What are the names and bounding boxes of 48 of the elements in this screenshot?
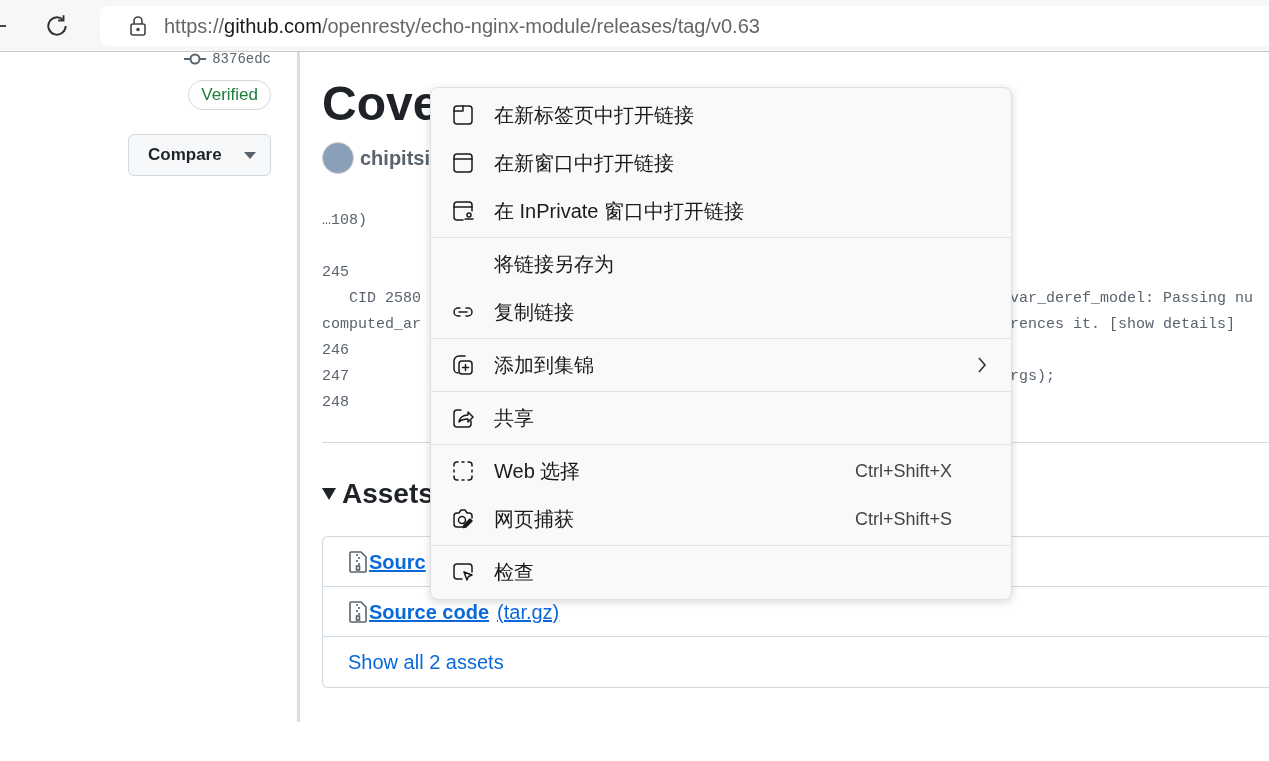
zip-file-icon bbox=[349, 600, 367, 623]
camera-pen-icon bbox=[451, 507, 475, 531]
commit-hash[interactable]: 8376edc bbox=[212, 48, 271, 70]
menu-item[interactable]: 将链接另存为 bbox=[431, 240, 1011, 288]
asset-link[interactable]: Sourc bbox=[369, 546, 426, 577]
share-icon bbox=[451, 406, 475, 430]
menu-item[interactable]: 在新窗口中打开链接 bbox=[431, 139, 1011, 187]
zip-file-icon bbox=[349, 550, 367, 573]
url-text: https://github.com/openresty/echo-nginx-module/releases/tag/v0.63 bbox=[164, 13, 760, 39]
dashed-selection-icon bbox=[451, 459, 475, 483]
show-all-assets-link[interactable]: Show all 2 assets bbox=[348, 647, 504, 677]
code-text: rences it. [show details] bbox=[1010, 315, 1236, 335]
commit-icon bbox=[184, 53, 207, 65]
menu-item[interactable]: Web 选择 Ctrl+Shift+X bbox=[431, 447, 1011, 495]
code-text: CID 2580 bbox=[348, 289, 422, 309]
code-text: rgs); bbox=[1010, 367, 1055, 387]
code-text: 248 bbox=[322, 393, 349, 413]
shortcut-text: Ctrl+Shift+S bbox=[854, 507, 952, 531]
collection-add-icon bbox=[451, 353, 475, 377]
asset-link[interactable]: (tar.gz) bbox=[497, 596, 560, 627]
author-link[interactable]: chipitsi bbox=[360, 143, 430, 173]
code-text: …108) bbox=[322, 212, 367, 229]
collapse-triangle-icon[interactable] bbox=[322, 488, 336, 500]
menu-item[interactable]: 复制链接 bbox=[431, 288, 1011, 336]
compare-button[interactable]: Compare bbox=[128, 134, 271, 176]
private-window-icon bbox=[451, 199, 475, 223]
menu-item[interactable]: 检查 bbox=[431, 548, 1011, 596]
new-tab-icon bbox=[451, 103, 475, 127]
menu-item[interactable]: 共享 bbox=[431, 394, 1011, 442]
code-text: var_deref_model: Passing nu bbox=[1010, 289, 1254, 309]
caret-icon bbox=[243, 151, 256, 159]
code-text: 246 bbox=[322, 341, 349, 361]
avatar[interactable] bbox=[322, 142, 354, 174]
shortcut-text: Ctrl+Shift+X bbox=[854, 459, 952, 483]
window-icon bbox=[451, 151, 475, 175]
code-text: computed_ar bbox=[322, 315, 422, 335]
menu-item[interactable]: 在 InPrivate 窗口中打开链接 bbox=[431, 187, 1011, 235]
code-text: 247 bbox=[322, 367, 349, 387]
inspect-icon bbox=[451, 560, 475, 584]
lock-icon[interactable] bbox=[128, 14, 148, 37]
assets-heading[interactable]: Assets bbox=[342, 473, 434, 515]
refresh-icon[interactable] bbox=[44, 12, 70, 39]
address-bar[interactable]: https://github.com/openresty/echo-nginx-module/releases/tag/v0.63 bbox=[100, 5, 1269, 46]
asset-link[interactable]: Source code bbox=[369, 596, 490, 627]
code-text: 245 bbox=[322, 263, 349, 283]
menu-item[interactable]: 网页捕获 Ctrl+Shift+S bbox=[431, 495, 1011, 543]
menu-item[interactable]: 添加到集锦 bbox=[431, 341, 1011, 389]
menu-item[interactable]: 在新标签页中打开链接 bbox=[431, 91, 1011, 139]
